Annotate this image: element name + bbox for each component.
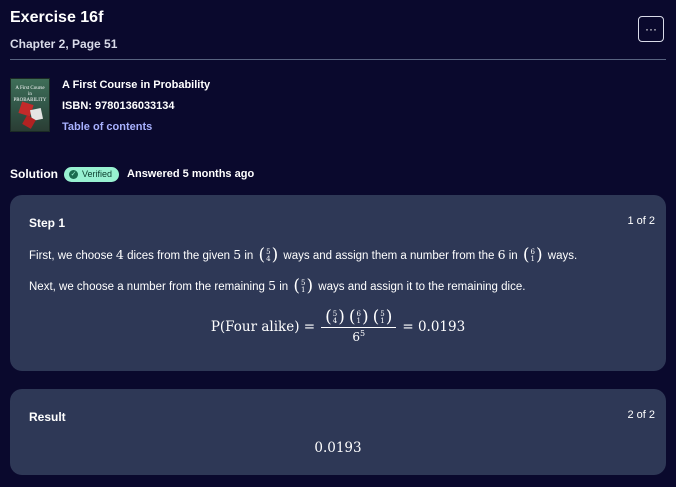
- book-isbn: ISBN: 9780136033134: [62, 100, 175, 112]
- book-cover-title: A First Course in PROBABILITY: [13, 86, 47, 103]
- math-number: 5: [233, 247, 242, 262]
- solution-label: Solution: [10, 167, 58, 181]
- text-segment: ways and assign it to the remaining dice…: [315, 281, 526, 293]
- step-text-line: First, we choose 4 dices from the given …: [29, 247, 577, 264]
- exercise-header: Exercise 16f Chapter 2, Page 51 ···: [10, 8, 666, 60]
- step-counter: 1 of 2: [627, 215, 655, 227]
- step-card: Step 1 1 of 2 First, we choose 4 dices f…: [10, 195, 666, 371]
- math-number: 4: [115, 247, 124, 262]
- result-counter: 2 of 2: [627, 409, 655, 421]
- binom-bottom: 1: [356, 316, 361, 325]
- probability-formula: P(Four alike) = (5 4) (6 1) (5 1) 65 = 0.01…: [10, 309, 666, 345]
- text-segment: in: [276, 281, 292, 293]
- binom-bottom: 1: [301, 285, 306, 294]
- answered-timestamp: Answered 5 months ago: [127, 168, 255, 180]
- fraction-denominator: 65: [352, 328, 365, 344]
- binomial-coefficient: (5 1): [293, 276, 314, 297]
- text-segment: ways.: [544, 250, 578, 262]
- binom-bottom: 4: [266, 254, 271, 263]
- den-base: 6: [352, 330, 360, 344]
- book-title[interactable]: A First Course in Probability: [62, 78, 362, 92]
- exercise-subtitle: Chapter 2, Page 51: [10, 37, 118, 51]
- binom-bottom: 4: [332, 316, 338, 325]
- step-text-line: Next, we choose a number from the remain…: [29, 278, 525, 295]
- binomial-coefficient: (5 4): [258, 245, 279, 266]
- formula-rhs: = 0.0193: [402, 318, 466, 335]
- verified-label: Verified: [82, 169, 113, 179]
- text-segment: Next, we choose a number from the remain…: [29, 281, 269, 293]
- result-value: 0.0193: [314, 440, 362, 456]
- text-segment: in: [241, 250, 257, 262]
- text-segment: First, we choose: [29, 250, 116, 262]
- binomial-coefficient: (5 4): [325, 307, 345, 327]
- binom-bottom: 1: [530, 254, 535, 263]
- table-of-contents-link[interactable]: Table of contents: [62, 120, 362, 134]
- text-segment: ways and assign them a number from the: [280, 250, 498, 262]
- book-cover-image[interactable]: A First Course in PROBABILITY: [10, 78, 50, 132]
- solution-meta: Solution ✓ Verified Answered 5 months ag…: [10, 166, 254, 182]
- math-number: 5: [268, 278, 277, 293]
- den-exponent: 5: [359, 329, 366, 338]
- more-options-button[interactable]: ···: [638, 16, 664, 42]
- math-number: 6: [497, 247, 506, 262]
- text-segment: dices from the given: [123, 250, 234, 262]
- binomial-coefficient: (6 1): [348, 307, 369, 327]
- verified-badge: ✓ Verified: [64, 166, 120, 182]
- binomial-coefficient: (6 1): [522, 245, 543, 266]
- binomial-coefficient: (5 1): [372, 307, 393, 327]
- fraction: (5 4) (6 1) (5 1) 65: [321, 309, 397, 344]
- binom-bottom: 1: [380, 316, 385, 325]
- book-details: A First Course in Probability ISBN: 9780…: [62, 78, 362, 134]
- result-card: Result 2 of 2 0.0193: [10, 389, 666, 475]
- header-divider: [10, 59, 666, 60]
- step-title: Step 1: [29, 216, 66, 230]
- formula-lhs: P(Four alike) =: [210, 318, 316, 335]
- check-icon: ✓: [69, 169, 78, 179]
- result-title: Result: [29, 410, 66, 424]
- text-segment: in: [505, 250, 521, 262]
- exercise-title: Exercise 16f: [10, 9, 104, 26]
- fraction-numerator: (5 4) (6 1) (5 1): [321, 309, 396, 327]
